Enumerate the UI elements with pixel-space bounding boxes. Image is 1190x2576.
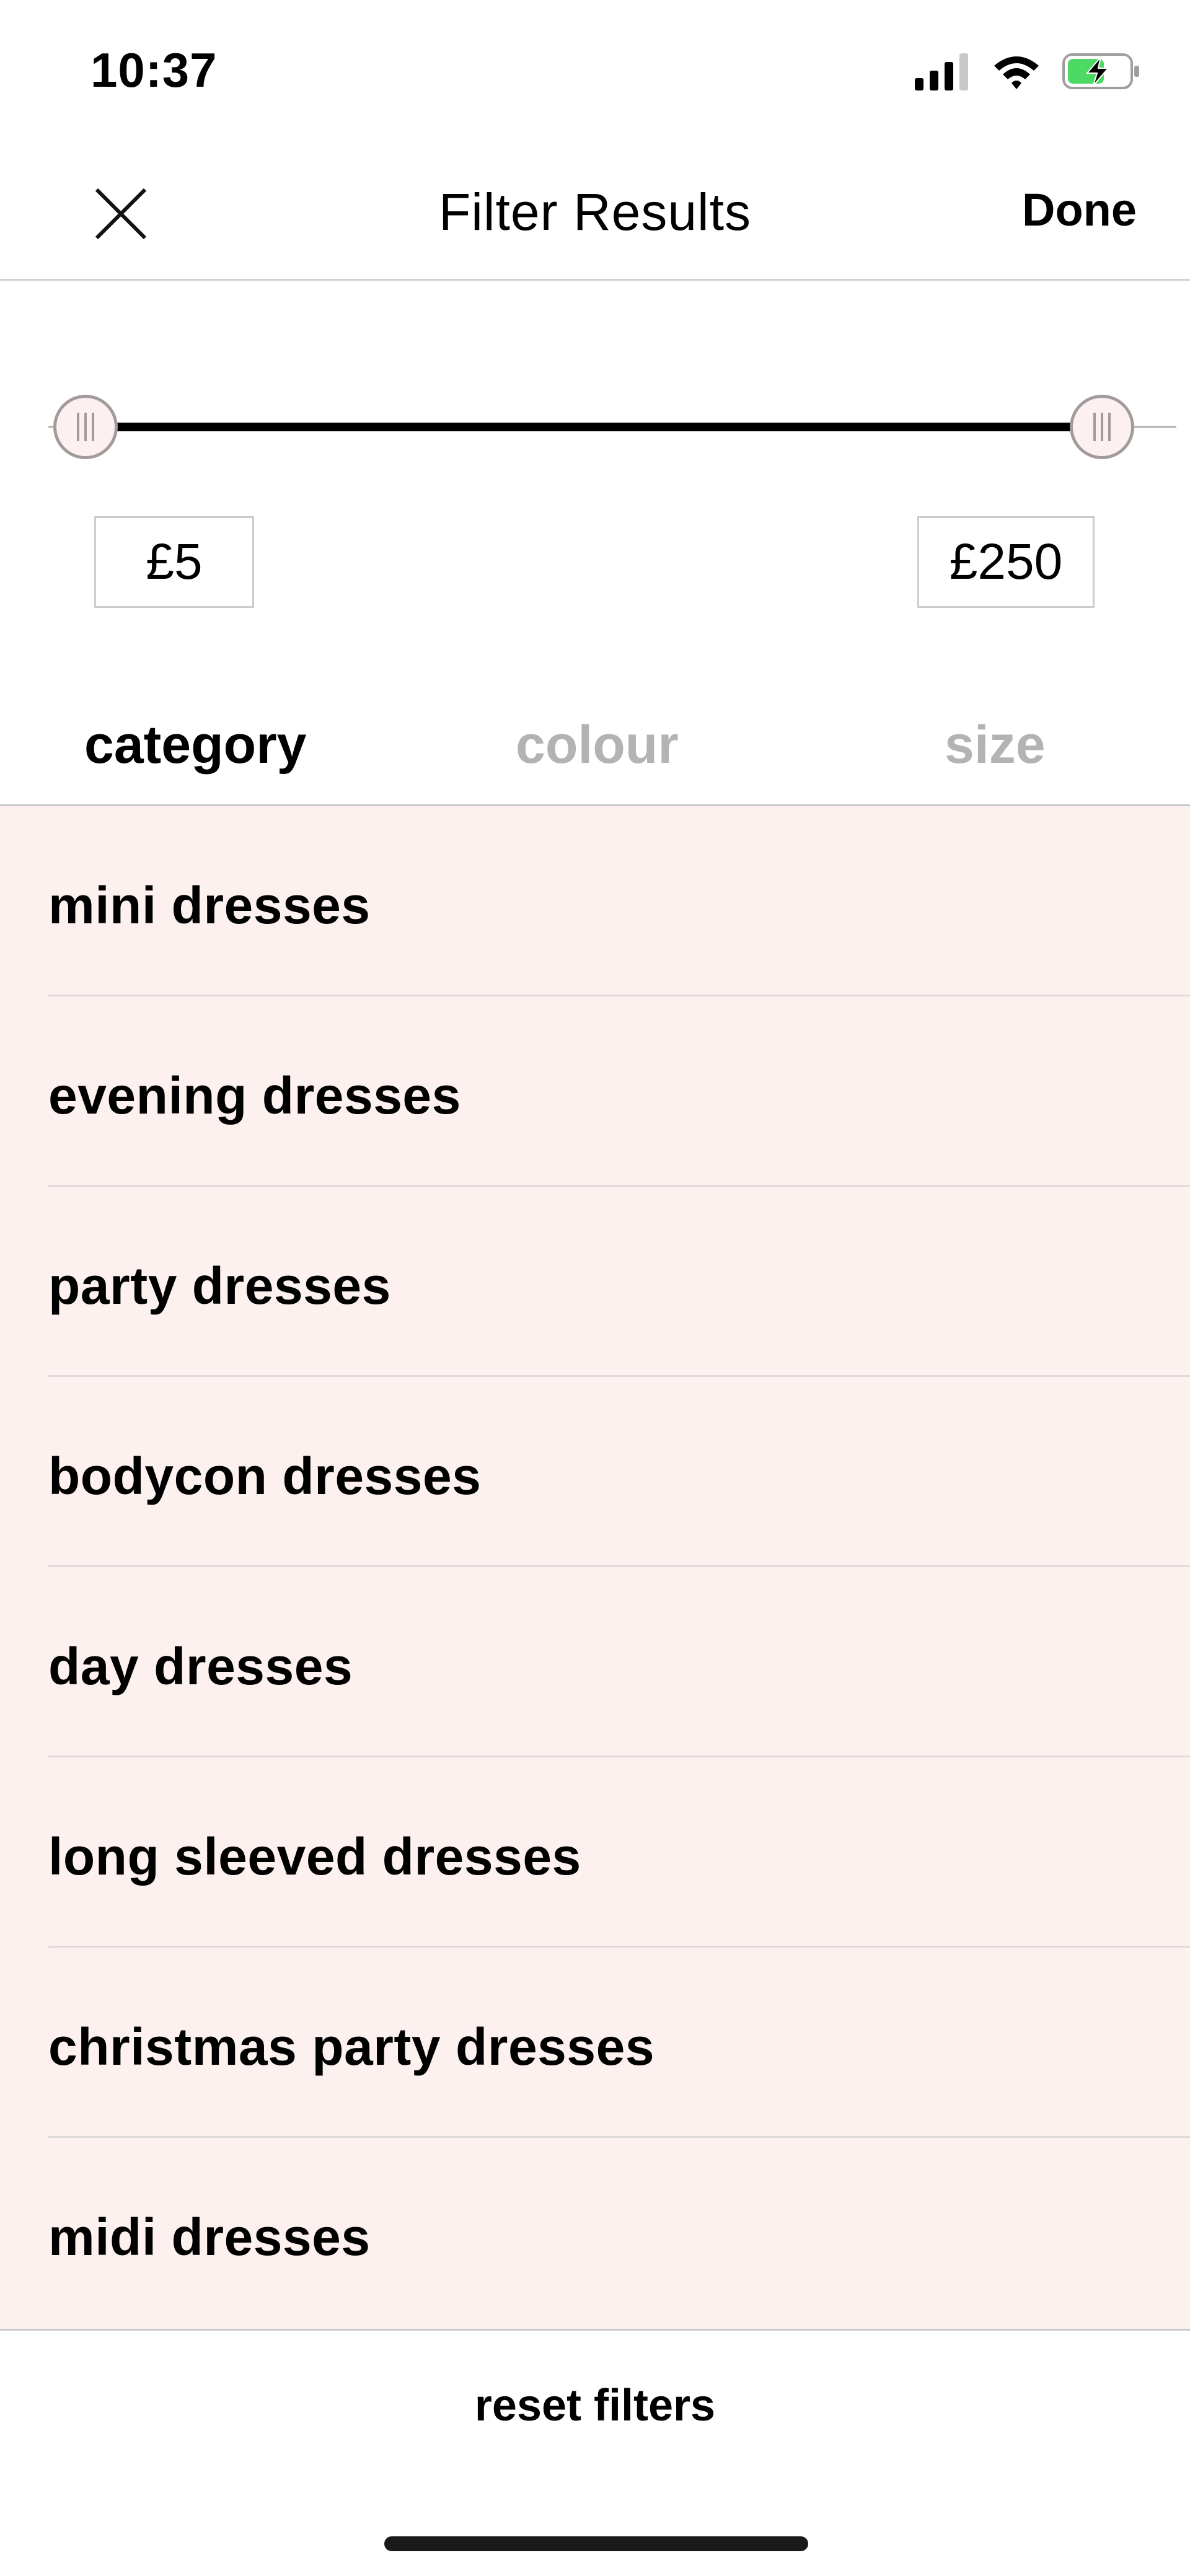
list-item-label: christmas party dresses [48, 2018, 655, 2076]
price-max-field[interactable]: £250 [917, 516, 1095, 608]
list-item[interactable]: day dresses [0, 1567, 1190, 1757]
filter-footer: reset filters [0, 2329, 1190, 2576]
list-item[interactable]: long sleeved dresses [0, 1757, 1190, 1948]
filter-tabs: category colour size [0, 677, 1190, 807]
list-item[interactable]: evening dresses [0, 996, 1190, 1187]
list-item-label: bodycon dresses [48, 1447, 482, 1505]
filter-header: Filter Results Done [0, 143, 1190, 281]
tab-colour[interactable]: colour [516, 714, 679, 776]
list-item-label: day dresses [48, 1637, 353, 1695]
tab-size[interactable]: size [945, 714, 1046, 776]
page-title: Filter Results [438, 183, 752, 241]
reset-filters-button[interactable]: reset filters [0, 2380, 1190, 2431]
price-min-handle[interactable] [53, 395, 118, 459]
price-range-filter: £5 £250 [0, 281, 1190, 677]
list-item[interactable]: mini dresses [0, 806, 1190, 996]
battery-charging-icon [1062, 53, 1139, 89]
list-item-label: mini dresses [48, 876, 371, 934]
list-item-label: party dresses [48, 1257, 391, 1315]
list-item[interactable]: christmas party dresses [0, 1948, 1190, 2138]
price-min-field[interactable]: £5 [94, 516, 254, 608]
home-indicator[interactable] [384, 2536, 808, 2551]
filter-results-screen: 10:37 Filter Results Done £5 £250 catego… [0, 0, 1190, 2576]
done-button[interactable]: Done [1022, 183, 1137, 236]
status-time: 10:37 [90, 43, 218, 97]
cellular-signal-icon [915, 53, 968, 90]
list-item-label: long sleeved dresses [48, 1827, 581, 1886]
price-max-handle[interactable] [1070, 395, 1134, 459]
list-item[interactable]: party dresses [0, 1187, 1190, 1377]
wifi-icon [994, 56, 1039, 89]
status-bar: 10:37 [0, 0, 1190, 143]
tab-category[interactable]: category [84, 714, 307, 776]
category-list: mini dresses evening dresses party dress… [0, 806, 1190, 2329]
status-icons [915, 50, 1140, 93]
list-item-label: midi dresses [48, 2208, 371, 2266]
list-item[interactable]: midi dresses [0, 2138, 1190, 2328]
list-item-label: evening dresses [48, 1066, 461, 1125]
price-slider-track[interactable] [86, 423, 1102, 431]
list-item[interactable]: bodycon dresses [0, 1377, 1190, 1567]
